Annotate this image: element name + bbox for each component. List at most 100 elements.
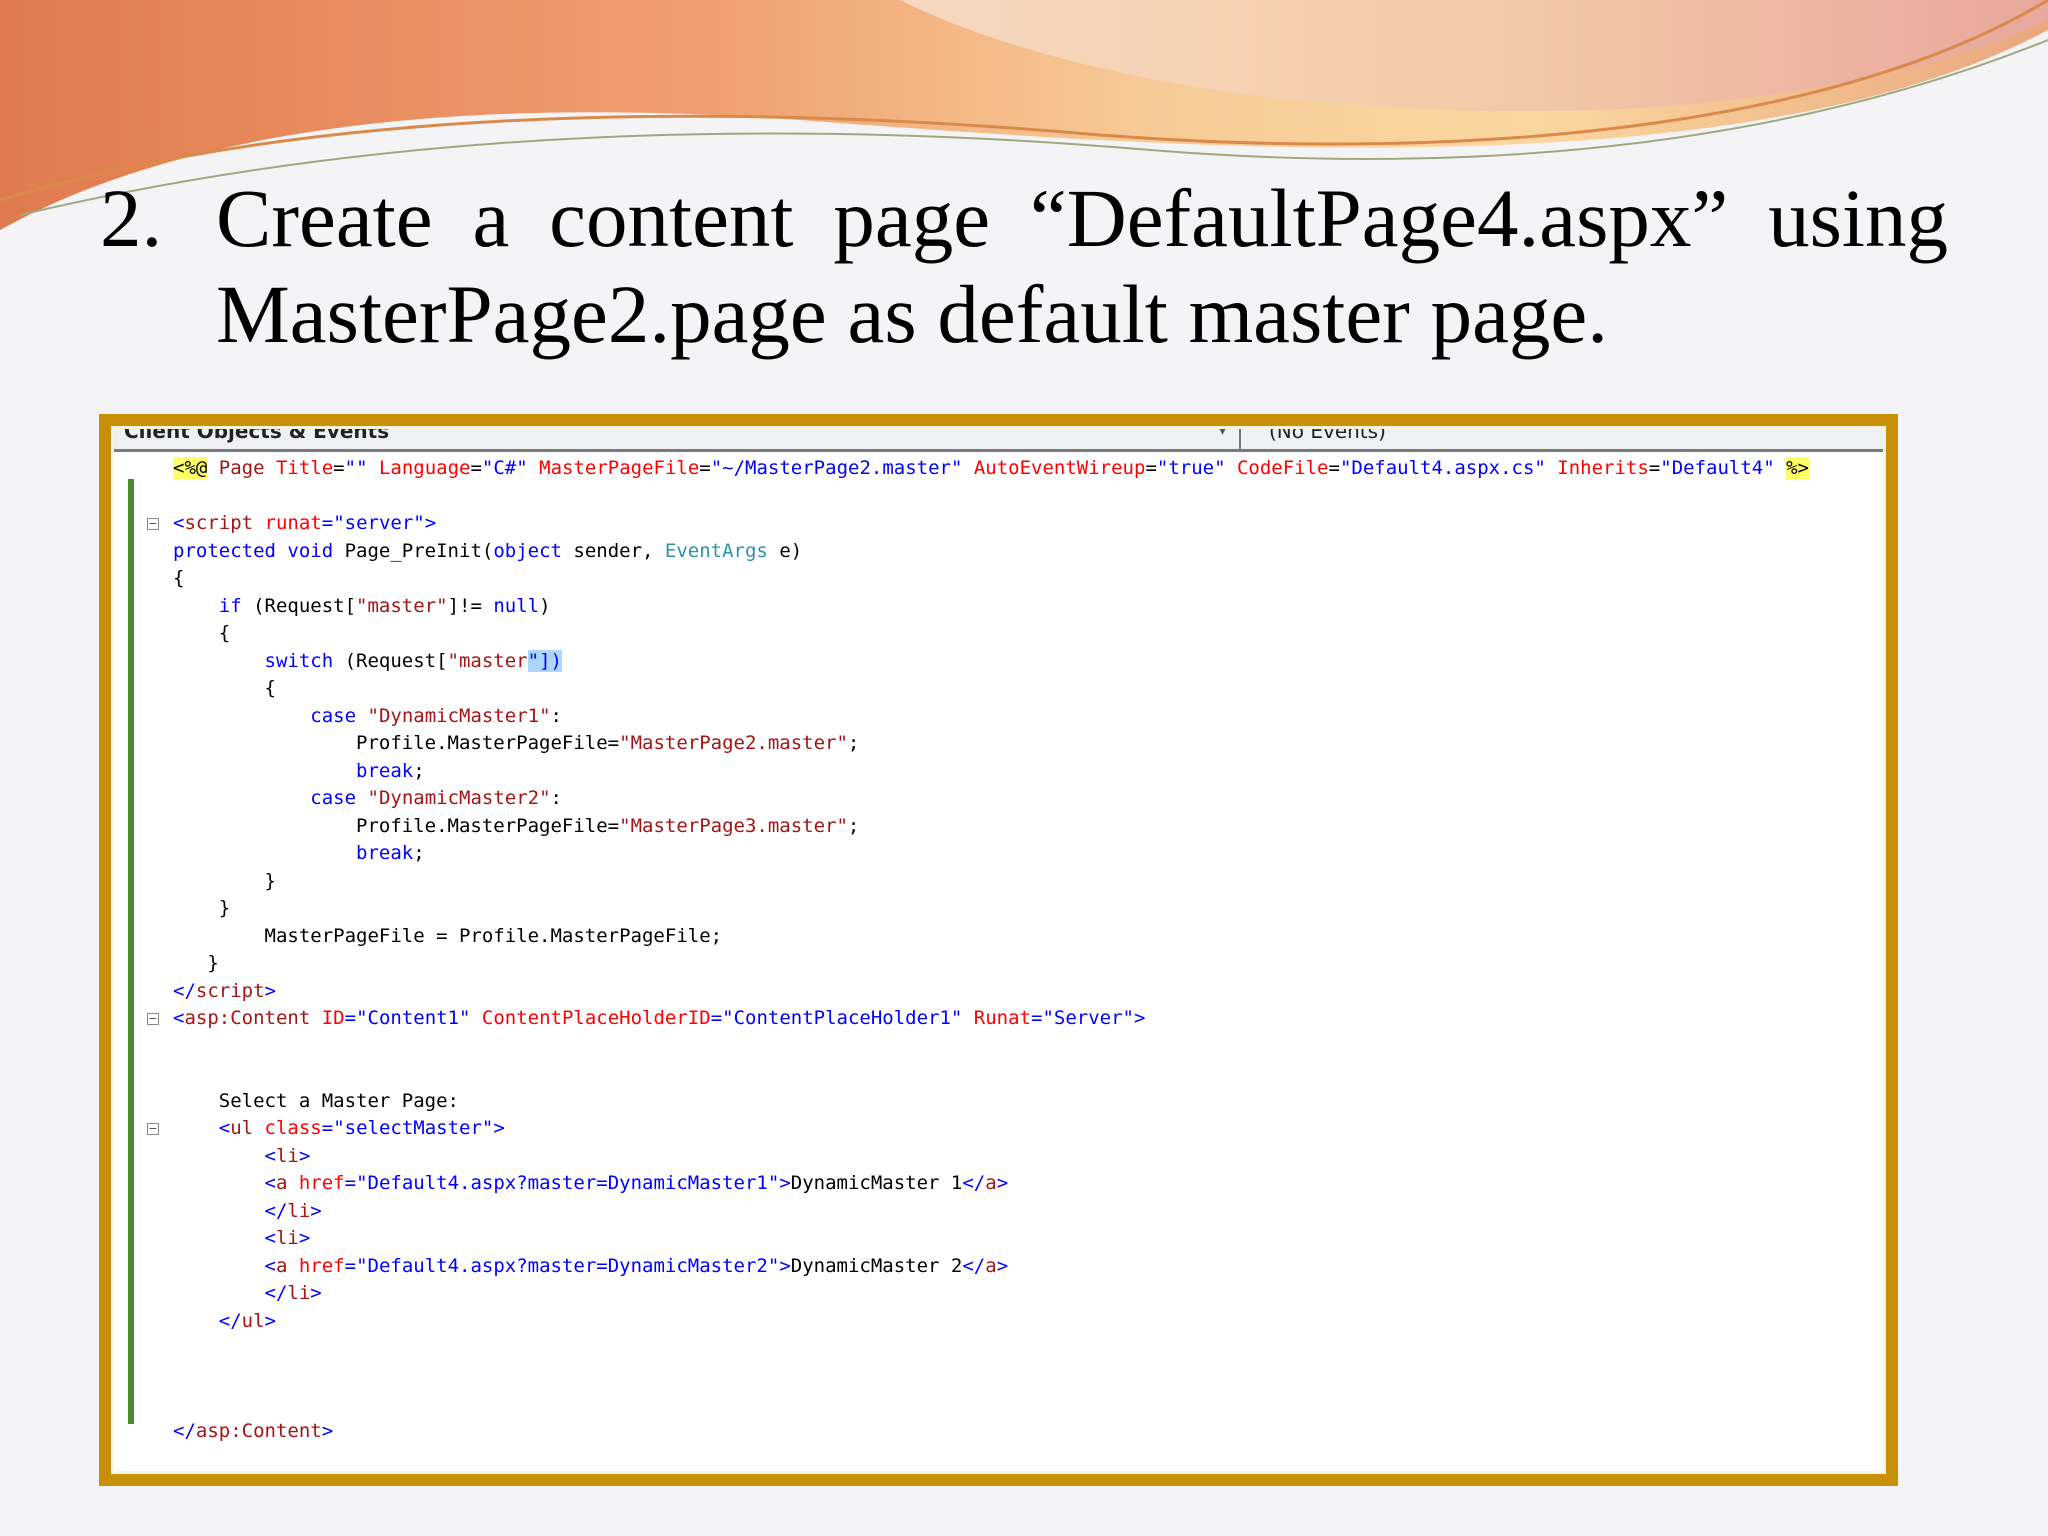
code-area[interactable]: <%@ Page Title="" Language="C#" MasterPa… [147,455,1809,1445]
code-token: script [184,512,254,534]
objects-dropdown[interactable]: Client Objects & Events [124,429,389,443]
code-token: case [310,787,357,809]
code-token: "Default4" [1660,457,1775,479]
code-line: − <asp:Content ID="Content1" ContentPlace… [147,1005,1809,1033]
collapse-icon[interactable]: − [147,1122,159,1135]
code-line: } [147,868,1809,896]
dropdown-arrow-icon[interactable]: ▾ [1219,429,1226,439]
code-token: </ [173,979,196,1002]
code-token: ID [310,1007,345,1029]
code-token: asp:Content [195,1419,322,1442]
code-token: EventArgs [664,539,768,562]
events-dropdown[interactable]: (No Events) [1269,429,1386,443]
code-token: a [985,1172,997,1194]
code-token: switch [264,649,334,672]
code-line: switch (Request["master"]) [147,648,1809,676]
heading-word: “DefaultPage4.aspx” [1029,172,1729,264]
code-token: = [344,1172,357,1194]
code-token: DynamicMaster 1 [790,1172,963,1194]
heading-word: content [549,172,794,264]
code-line: </script> [147,978,1809,1006]
code-token: = [470,457,482,479]
code-token: ]!= [447,594,494,617]
code-token: break [356,759,414,782]
code-token: > [779,1254,791,1277]
code-token: "selectMaster" [333,1117,494,1139]
code-token: } [173,952,219,974]
code-token: : [550,704,562,727]
code-token: < [173,1007,185,1029]
code-line: − <script runat="server"> [147,510,1809,538]
code-token: a [275,1172,288,1194]
code-token: protected [173,539,276,562]
code-token: "MasterPage3.master" [619,814,848,837]
code-token: "C#" [481,457,528,479]
code-line: { [147,675,1809,703]
code-token: "Content1" [356,1007,471,1029]
code-token: Page_PreInit( [333,539,494,562]
code-token: ; [413,759,425,782]
collapse-icon[interactable]: − [147,517,159,530]
code-line: break; [147,840,1809,868]
code-line: Profile.MasterPageFile="MasterPage2.mast… [147,730,1809,758]
code-line: case "DynamicMaster2": [147,785,1809,813]
code-token: = [699,457,711,479]
code-line: Select a Master Page: [147,1088,1809,1116]
code-token: ul [241,1309,265,1332]
code-token: < [173,1227,276,1249]
heading-line-2: MasterPage2.page as default master page. [216,268,1608,360]
screenshot-frame: Client Objects & Events ▾ (No Events) <%… [99,414,1898,1486]
code-token: "DynamicMaster1" [367,704,551,727]
code-token: = [710,1007,723,1029]
code-line: break; [147,758,1809,786]
code-token: Select a Master Page: [173,1089,459,1112]
code-token: > [310,1282,322,1304]
heading-word: using [1768,172,1948,264]
code-token: Profile.MasterPageFile= [173,732,620,754]
code-token: = [1031,1007,1043,1029]
code-token: a [275,1254,288,1277]
code-token: "" [344,457,368,479]
code-token: a [985,1254,997,1277]
code-token: < [173,1117,231,1139]
code-token: < [173,512,185,534]
code-line: case "DynamicMaster1": [147,703,1809,731]
code-token: "~/MasterPage2.master" [710,457,963,479]
code-token: </ [962,1172,986,1194]
collapse-icon[interactable]: − [147,1012,159,1025]
code-line: MasterPageFile = Profile.MasterPageFile; [147,923,1809,951]
code-token: "Server" [1042,1007,1134,1029]
code-line: − <ul class="selectMaster"> [147,1115,1809,1143]
code-token: (Request[ [333,649,448,672]
code-token: } [173,897,231,919]
code-token: > [424,512,437,534]
code-token: sender, [561,539,665,562]
code-line: } [147,895,1809,923]
code-token: = [344,1007,357,1029]
code-token: "]) [527,649,562,672]
code-token: href [287,1254,345,1277]
step-number: 2. [100,172,163,264]
code-token: script [195,979,265,1002]
code-token: > [493,1117,505,1139]
code-token: "true" [1156,457,1226,479]
code-token: MasterPageFile = Profile.MasterPageFile; [173,924,723,947]
code-token: </ [173,1282,288,1304]
code-token: > [321,1419,334,1442]
code-token: ) [539,594,551,617]
code-line: { [147,565,1809,593]
code-line: protected void Page_PreInit(object sende… [147,538,1809,566]
code-token: </ [173,1419,196,1442]
code-line: <a href="Default4.aspx?master=DynamicMas… [147,1253,1809,1281]
slide-heading: 2. Create a content page “DefaultPage4.a… [100,170,1948,362]
code-token: "master [447,649,528,672]
